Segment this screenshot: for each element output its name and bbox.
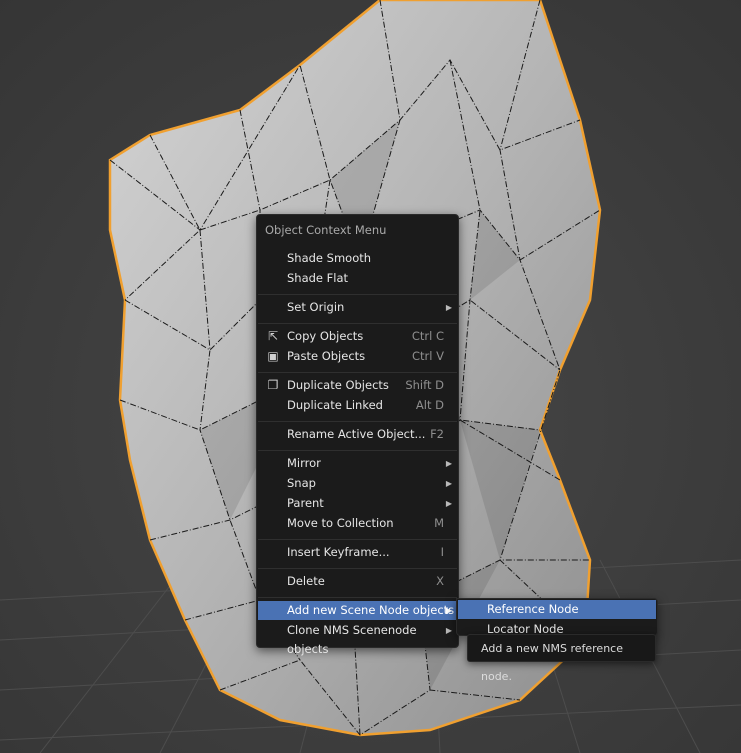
menu-item-move-to-collection[interactable]: Move to Collection M — [258, 514, 457, 533]
menu-item-shortcut: Ctrl V — [412, 349, 444, 363]
menu-item-set-origin[interactable]: Set Origin ▶ — [258, 298, 457, 317]
menu-item-label: Shade Smooth — [287, 251, 372, 265]
submenu-item-reference-node[interactable]: Reference Node — [458, 600, 656, 619]
menu-separator — [258, 323, 457, 324]
menu-item-shortcut: M — [434, 516, 444, 530]
menu-separator — [258, 421, 457, 422]
menu-item-label: Paste Objects — [287, 349, 366, 363]
menu-item-label: Duplicate Linked — [287, 398, 383, 412]
menu-item-add-new-scene-node-objects[interactable]: Add new Scene Node objects ▶ — [258, 601, 457, 620]
scene-node-submenu: Reference Node Locator Node — [456, 598, 658, 636]
menu-item-label: Delete — [287, 574, 325, 588]
menu-title: Object Context Menu — [265, 223, 387, 237]
menu-separator — [258, 539, 457, 540]
menu-item-label: Move to Collection — [287, 516, 394, 530]
submenu-arrow-icon: ▶ — [445, 626, 452, 635]
menu-item-shortcut: F2 — [430, 427, 444, 441]
tooltip: Add a new NMS reference node. — [467, 634, 656, 683]
menu-item-delete[interactable]: Delete X — [258, 572, 457, 591]
menu-item-duplicate-objects[interactable]: ❐ Duplicate Objects Shift D — [258, 376, 457, 395]
menu-item-paste-objects[interactable]: ▣ Paste Objects Ctrl V — [258, 347, 457, 366]
menu-item-shortcut: Alt D — [415, 398, 444, 412]
menu-separator — [258, 450, 457, 451]
submenu-item-label: Reference Node — [487, 602, 579, 616]
menu-item-parent[interactable]: Parent ▶ — [258, 494, 457, 513]
menu-item-shortcut: Shift D — [405, 378, 444, 392]
menu-item-label: Insert Keyframe... — [287, 545, 390, 559]
menu-item-label: Copy Objects — [287, 329, 364, 343]
submenu-arrow-icon: ▶ — [445, 459, 452, 468]
menu-item-label: Set Origin — [287, 300, 345, 314]
menu-separator — [258, 372, 457, 373]
submenu-arrow-icon: ▶ — [445, 606, 452, 615]
menu-item-label: Snap — [287, 476, 316, 490]
duplicate-icon: ❐ — [267, 378, 279, 392]
menu-item-clone-nms-scenenode-objects[interactable]: Clone NMS Scenenode objects ▶ — [258, 621, 457, 656]
menu-item-insert-keyframe[interactable]: Insert Keyframe... I — [258, 543, 457, 562]
menu-item-label: Add new Scene Node objects — [287, 603, 455, 617]
submenu-arrow-icon: ▶ — [445, 499, 452, 508]
submenu-arrow-icon: ▶ — [445, 303, 452, 312]
menu-item-shade-smooth[interactable]: Shade Smooth — [258, 249, 457, 268]
object-context-menu: Object Context Menu Shade Smooth Shade F… — [256, 214, 459, 656]
menu-item-snap[interactable]: Snap ▶ — [258, 474, 457, 493]
menu-item-mirror[interactable]: Mirror ▶ — [258, 454, 457, 473]
menu-item-shortcut: Ctrl C — [411, 329, 444, 343]
menu-separator — [258, 597, 457, 598]
menu-item-label: Shade Flat — [287, 271, 349, 285]
menu-item-duplicate-linked[interactable]: Duplicate Linked Alt D — [258, 396, 457, 415]
paste-icon: ▣ — [267, 349, 279, 363]
menu-item-copy-objects[interactable]: ⇱ Copy Objects Ctrl C — [258, 327, 457, 346]
menu-separator — [258, 294, 457, 295]
submenu-arrow-icon: ▶ — [445, 479, 452, 488]
menu-item-label: Duplicate Objects — [287, 378, 389, 392]
menu-item-shade-flat[interactable]: Shade Flat — [258, 269, 457, 288]
menu-item-label: Mirror — [287, 456, 321, 470]
copy-icon: ⇱ — [267, 329, 279, 343]
menu-item-shortcut: I — [440, 545, 444, 559]
menu-separator — [258, 568, 457, 569]
menu-item-shortcut: X — [436, 574, 444, 588]
menu-item-label: Parent — [287, 496, 324, 510]
menu-item-label: Rename Active Object... — [287, 427, 426, 441]
menu-item-rename-active-object[interactable]: Rename Active Object... F2 — [258, 425, 457, 444]
